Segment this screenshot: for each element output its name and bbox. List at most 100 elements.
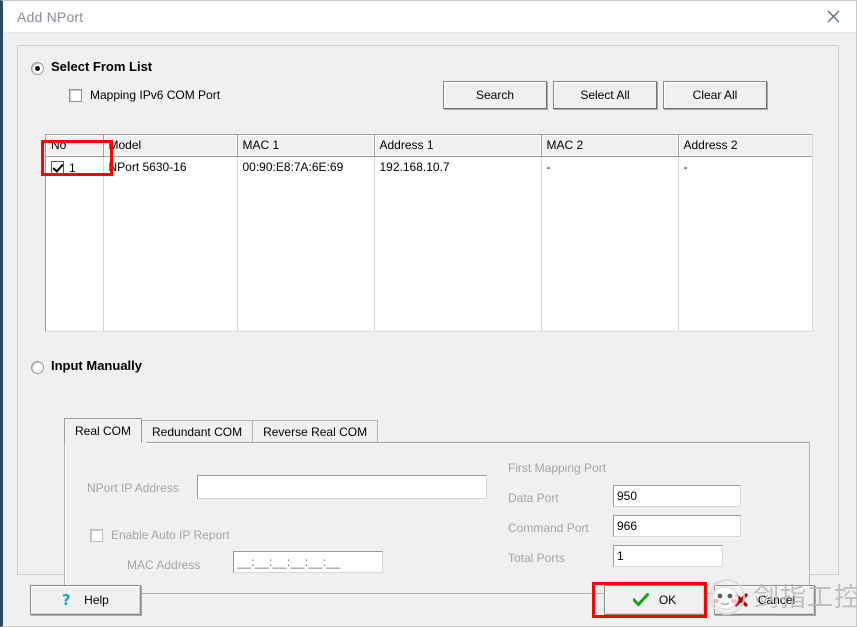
empty-cell <box>541 178 679 200</box>
empty-cell <box>103 244 238 266</box>
table-row-empty[interactable] <box>46 244 812 266</box>
search-button-label: Search <box>475 88 515 102</box>
svg-text:?: ? <box>62 592 71 608</box>
empty-cell <box>103 266 238 288</box>
empty-cell <box>46 266 104 288</box>
question-mark-icon: ? <box>62 592 74 608</box>
label-mapping-ipv6-com-port: Mapping IPv6 COM Port <box>90 88 221 102</box>
nport-device-list[interactable]: No Model MAC 1 Address 1 MAC 2 Address 2… <box>45 134 813 332</box>
clear-all-button[interactable]: Clear All <box>663 81 767 109</box>
empty-cell <box>237 222 375 244</box>
title-bar: Add NPort <box>3 1 856 33</box>
empty-cell <box>678 178 812 200</box>
device-table: No Model MAC 1 Address 1 MAC 2 Address 2… <box>46 135 812 331</box>
cancel-button[interactable]: Cancel <box>714 585 815 615</box>
empty-cell <box>374 178 542 200</box>
empty-cell <box>541 200 679 222</box>
label-mac-address: MAC Address <box>127 558 201 572</box>
empty-cell <box>46 310 104 331</box>
table-row-empty[interactable] <box>46 222 812 244</box>
main-group-box: Select From List Mapping IPv6 COM Port S… <box>17 45 839 594</box>
row-address1-cell: 192.168.10.7 <box>374 156 542 178</box>
empty-cell <box>541 266 679 288</box>
tab-real-com-label: Real COM <box>75 424 132 438</box>
empty-cell <box>237 310 375 331</box>
empty-cell <box>541 244 679 266</box>
empty-cell <box>541 310 679 331</box>
row-mac1-cell: 00:90:E8:7A:6E:69 <box>237 156 375 178</box>
help-button-label: Help <box>84 593 109 607</box>
table-row-empty[interactable] <box>46 178 812 200</box>
checkbox-mapping-ipv6-com-port[interactable] <box>69 89 82 102</box>
dialog-body: Select From List Mapping IPv6 COM Port S… <box>3 33 856 626</box>
table-row[interactable]: 1 NPort 5630-16 00:90:E8:7A:6E:69 192.16… <box>46 156 812 178</box>
column-header-mac1[interactable]: MAC 1 <box>237 135 375 157</box>
tab-reverse-real-com[interactable]: Reverse Real COM <box>252 420 379 443</box>
column-header-model[interactable]: Model <box>103 135 238 157</box>
close-glyph <box>827 10 839 23</box>
tab-redundant-com[interactable]: Redundant COM <box>141 420 254 443</box>
total-ports-input[interactable] <box>613 545 723 567</box>
empty-cell <box>46 178 104 200</box>
empty-cell <box>541 288 679 310</box>
empty-cell <box>237 200 375 222</box>
select-all-button-label: Select All <box>580 88 630 102</box>
empty-cell <box>103 310 238 331</box>
device-table-body: 1 NPort 5630-16 00:90:E8:7A:6E:69 192.16… <box>46 156 812 331</box>
select-all-button[interactable]: Select All <box>553 81 657 109</box>
empty-cell <box>46 288 104 310</box>
empty-cell <box>678 200 812 222</box>
empty-cell <box>678 288 812 310</box>
row-select-checkbox[interactable] <box>51 161 64 175</box>
tab-reverse-real-com-label: Reverse Real COM <box>263 425 368 439</box>
tab-real-com[interactable]: Real COM <box>64 418 143 443</box>
empty-cell <box>678 222 812 244</box>
label-first-mapping-port: First Mapping Port <box>508 461 607 475</box>
empty-cell <box>46 244 104 266</box>
empty-cell <box>374 200 542 222</box>
label-command-port: Command Port <box>508 521 589 535</box>
help-button[interactable]: ? Help <box>30 585 141 615</box>
empty-cell <box>237 178 375 200</box>
table-row-empty[interactable] <box>46 288 812 310</box>
label-select-from-list: Select From List <box>51 59 153 74</box>
radio-select-from-list[interactable] <box>31 62 44 75</box>
empty-cell <box>678 310 812 331</box>
column-header-mac2[interactable]: MAC 2 <box>541 135 679 157</box>
empty-cell <box>103 222 238 244</box>
table-row-empty[interactable] <box>46 310 812 331</box>
column-header-no[interactable]: No <box>46 135 104 157</box>
table-row-empty[interactable] <box>46 266 812 288</box>
ok-button[interactable]: OK <box>604 585 705 615</box>
empty-cell <box>678 244 812 266</box>
check-mark-icon <box>632 593 649 607</box>
close-icon[interactable] <box>810 1 856 32</box>
row-mac2-cell: - <box>541 156 679 178</box>
table-header-row: No Model MAC 1 Address 1 MAC 2 Address 2 <box>46 135 812 157</box>
table-row-empty[interactable] <box>46 200 812 222</box>
data-port-input[interactable] <box>613 485 741 507</box>
empty-cell <box>374 310 542 331</box>
row-no-cell[interactable]: 1 <box>46 156 104 178</box>
empty-cell <box>541 222 679 244</box>
radio-input-manually[interactable] <box>31 361 44 374</box>
empty-cell <box>46 200 104 222</box>
nport-ip-address-input[interactable] <box>197 475 487 499</box>
checkbox-enable-auto-ip-report[interactable] <box>90 529 103 542</box>
row-no-label: 1 <box>69 161 76 176</box>
window-title: Add NPort <box>17 9 84 25</box>
empty-cell <box>374 244 542 266</box>
empty-cell <box>374 222 542 244</box>
column-header-address2[interactable]: Address 2 <box>678 135 812 157</box>
column-header-address1[interactable]: Address 1 <box>374 135 542 157</box>
empty-cell <box>374 266 542 288</box>
mac-address-input[interactable] <box>233 551 383 573</box>
empty-cell <box>237 288 375 310</box>
command-port-input[interactable] <box>613 515 741 537</box>
label-nport-ip-address: NPort IP Address <box>87 481 179 495</box>
empty-cell <box>103 288 238 310</box>
search-button[interactable]: Search <box>443 81 547 109</box>
empty-cell <box>237 244 375 266</box>
ok-button-label: OK <box>658 593 677 607</box>
empty-cell <box>103 200 238 222</box>
